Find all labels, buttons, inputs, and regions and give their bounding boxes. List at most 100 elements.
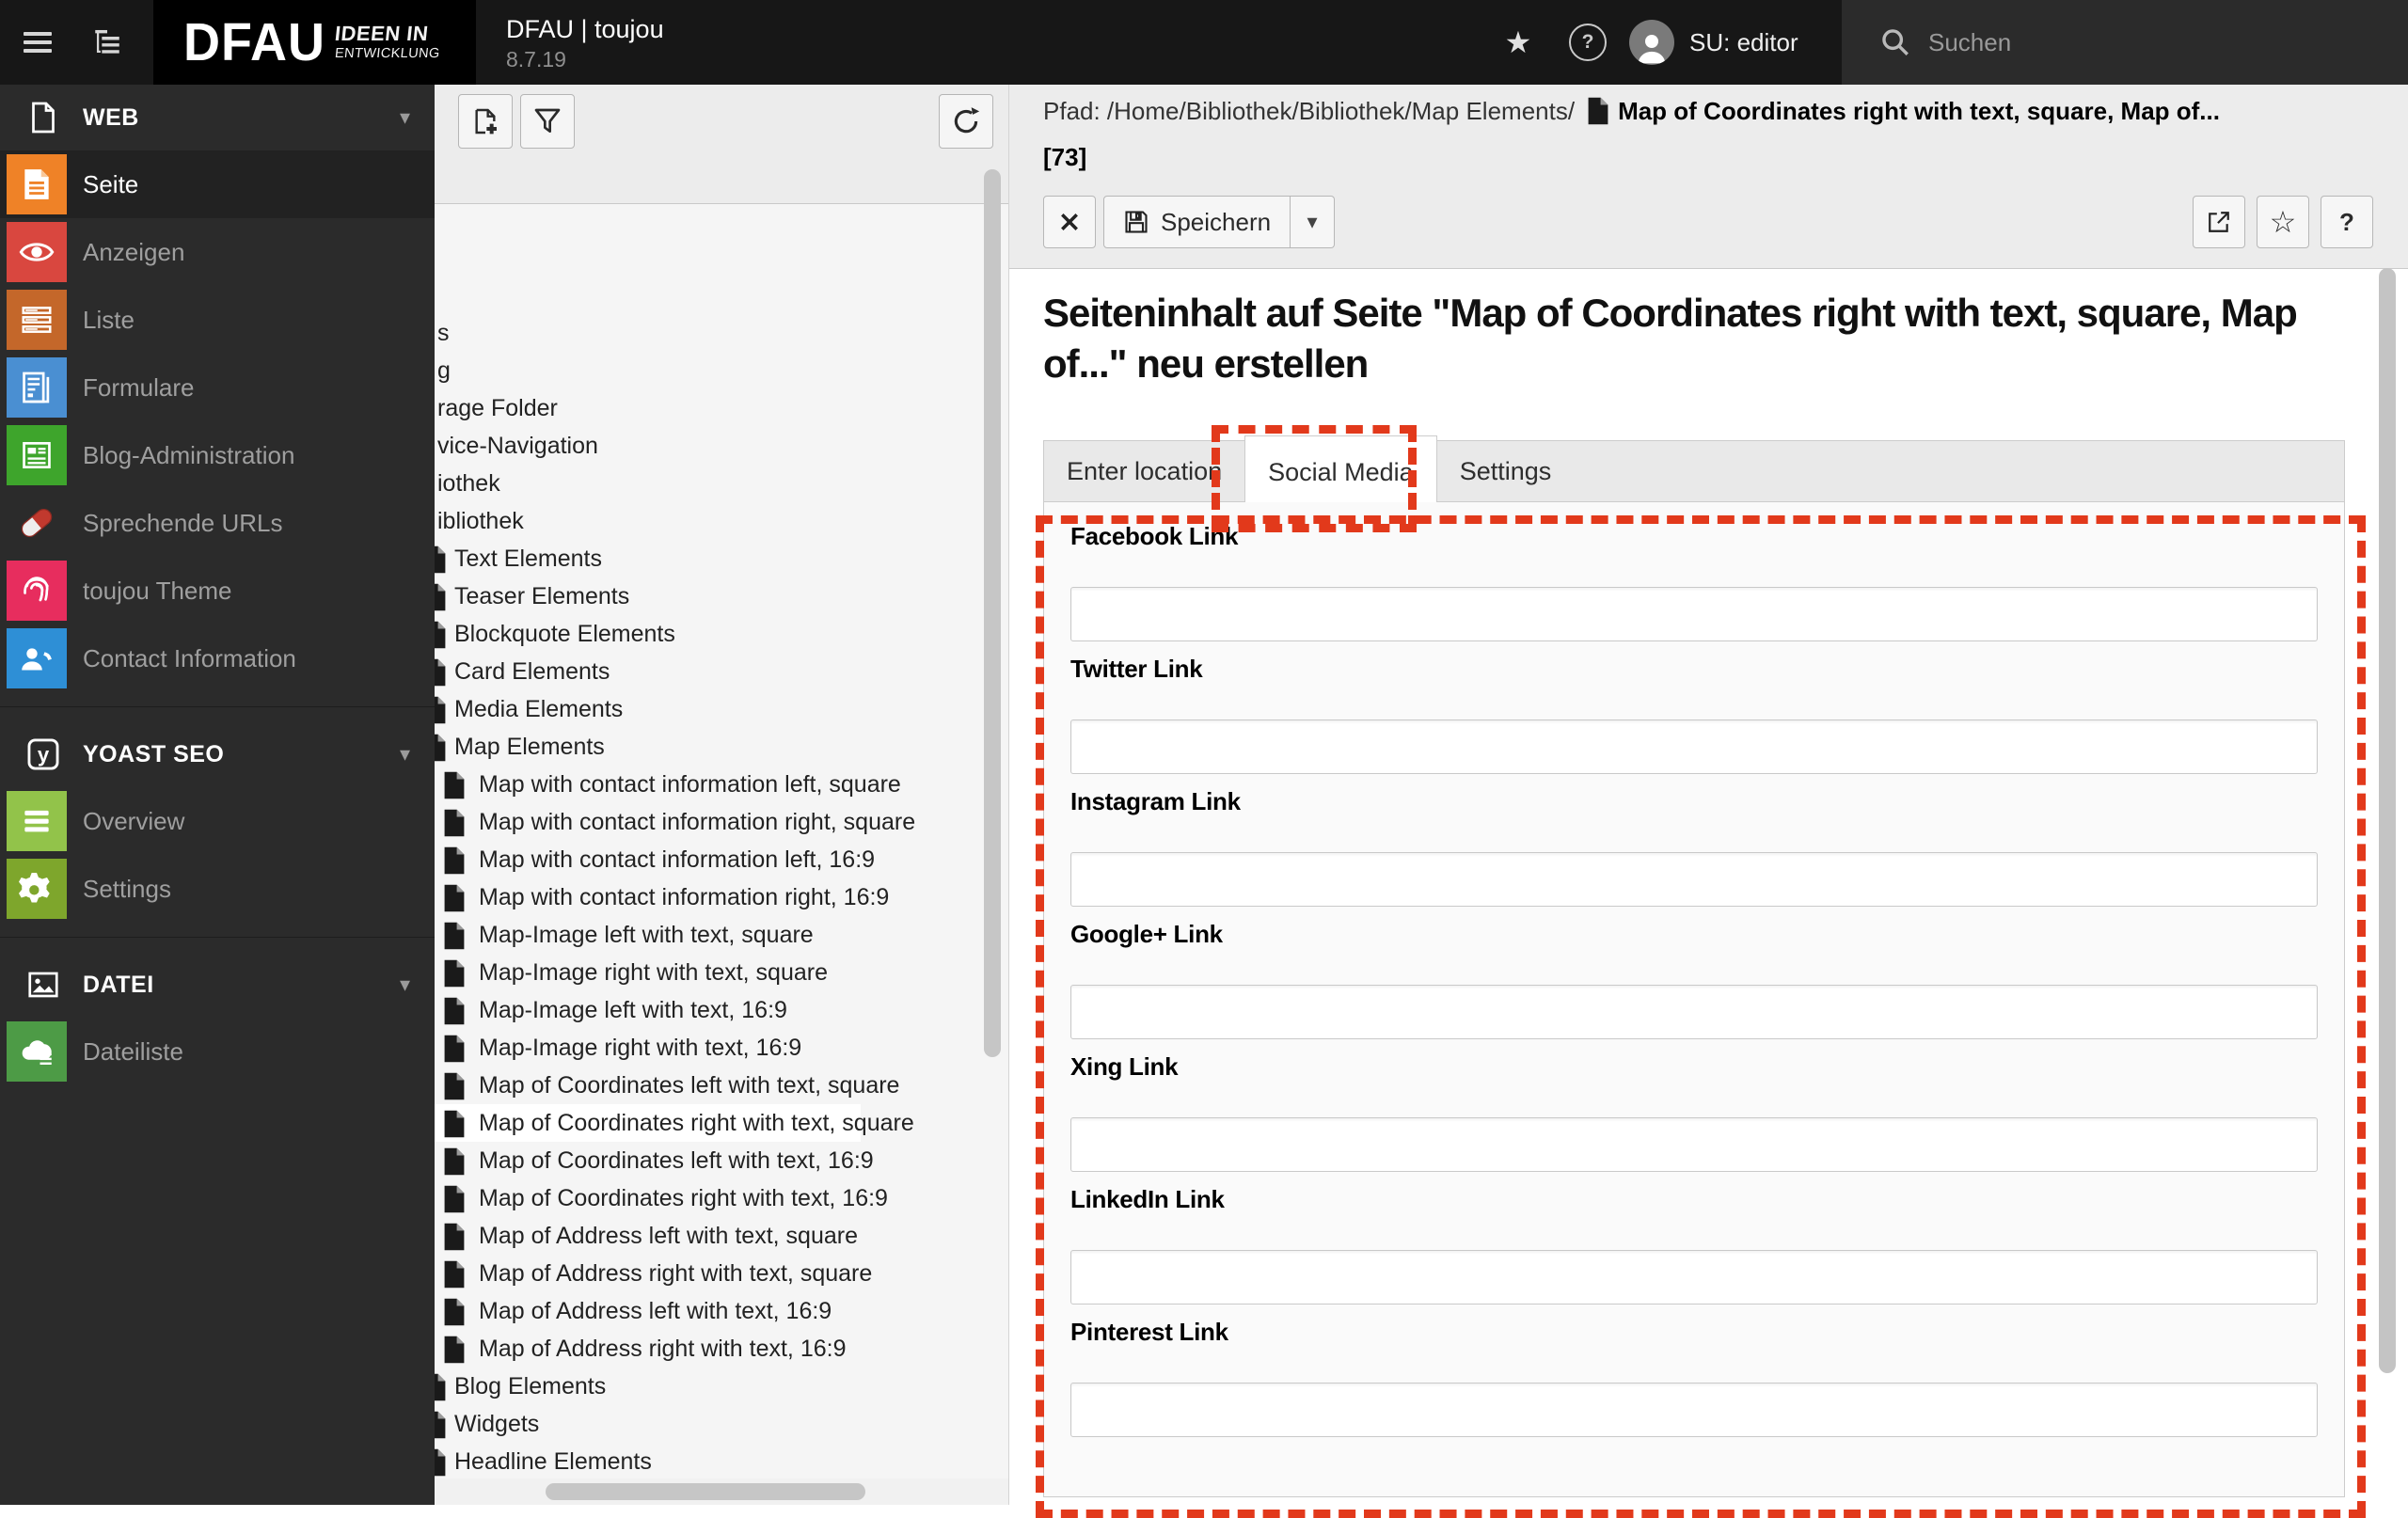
tab-social-media[interactable]: Social Media xyxy=(1244,435,1437,502)
doc-outline-icon xyxy=(24,99,62,136)
sidebar-item-label: Formulare xyxy=(83,372,195,402)
sidebar-item-liste[interactable]: Liste xyxy=(0,286,435,354)
chevron-down-icon: ▾ xyxy=(399,105,410,129)
sidebar-item-seite[interactable]: Seite xyxy=(0,150,435,218)
open-in-new-window-icon[interactable] xyxy=(2193,196,2245,248)
sidebar-item-label: Contact Information xyxy=(83,643,296,672)
user-menu[interactable]: SU: editor xyxy=(1629,0,1798,85)
close-button[interactable] xyxy=(1043,196,1096,248)
sidebar-divider xyxy=(0,706,435,707)
tab-settings[interactable]: Settings xyxy=(1437,441,1575,501)
facebook-link-input[interactable] xyxy=(1070,587,2318,641)
menu-icon[interactable] xyxy=(8,0,68,85)
bookmark-star-icon[interactable]: ★ xyxy=(1492,0,1545,85)
sidebar-item-overview[interactable]: Overview xyxy=(0,787,435,855)
form-field-instagram-link: Instagram Link xyxy=(1070,787,2318,907)
page-icon xyxy=(442,1109,467,1139)
sidebar-section-web[interactable]: WEB ▾ xyxy=(0,85,435,150)
cloud-list-icon xyxy=(7,1021,67,1082)
svg-text:y: y xyxy=(38,743,50,767)
pinterest-link-input[interactable] xyxy=(1070,1383,2318,1437)
sidebar-item-label: Anzeigen xyxy=(83,237,185,266)
page-icon xyxy=(442,1335,467,1365)
sidebar-section-datei[interactable]: DATEI ▾ xyxy=(0,952,435,1018)
sidebar-item-toujou-theme[interactable]: toujou Theme xyxy=(0,557,435,625)
page-icon xyxy=(442,1297,467,1327)
tree-item-label: Map of Address right with text, 16:9 xyxy=(479,1336,847,1362)
tree-item-label: Blockquote Elements xyxy=(454,621,675,647)
pill-icon xyxy=(7,493,67,553)
tree-item-label: Map-Image left with text, 16:9 xyxy=(479,997,787,1023)
yoast-icon: y xyxy=(24,735,62,773)
username-label: SU: editor xyxy=(1689,27,1798,56)
tree-item-label: Card Elements xyxy=(454,658,610,685)
sidebar-item-anzeigen[interactable]: Anzeigen xyxy=(0,218,435,286)
sidebar-item-label: Dateiliste xyxy=(83,1036,183,1066)
sidebar-item-label: Settings xyxy=(83,874,171,903)
page-title: Seiteninhalt auf Seite "Map of Coordinat… xyxy=(1043,291,2298,386)
sidebar-item-formulare[interactable]: Formulare xyxy=(0,354,435,421)
tree-item-label: Teaser Elements xyxy=(454,583,630,609)
docheader-actions: ☆ ? xyxy=(2193,196,2373,248)
tree-item-label: Map of Coordinates left with text, squar… xyxy=(479,1072,900,1099)
field-label: Xing Link xyxy=(1070,1052,1179,1081)
page-icon xyxy=(442,846,467,876)
sidebar-section-yoast-seo[interactable]: y YOAST SEO ▾ xyxy=(0,721,435,787)
xing-link-input[interactable] xyxy=(1070,1117,2318,1172)
site-title: DFAU | toujou xyxy=(506,15,664,43)
logo-text: DFAU xyxy=(183,12,325,72)
tree-item-label: Map of Address left with text, square xyxy=(479,1223,858,1249)
save-options-dropdown[interactable]: ▾ xyxy=(1291,196,1336,248)
page-icon xyxy=(442,996,467,1026)
sidebar-item-blog-administration[interactable]: Blog-Administration xyxy=(0,421,435,489)
sidebar-section-label: YOAST SEO xyxy=(83,740,225,767)
tree-item-label: Map of Address right with text, square xyxy=(479,1260,873,1287)
google-link-input[interactable] xyxy=(1070,985,2318,1039)
sidebar-item-contact-information[interactable]: Contact Information xyxy=(0,625,435,692)
bars-icon xyxy=(7,791,67,851)
twitter-link-input[interactable] xyxy=(1070,719,2318,774)
page-icon xyxy=(442,1222,467,1252)
floppy-icon xyxy=(1125,211,1148,233)
tree-vertical-scrollbar[interactable] xyxy=(984,169,1001,1057)
page-icon xyxy=(442,921,467,951)
sidebar-item-dateiliste[interactable]: Dateiliste xyxy=(0,1018,435,1085)
search-input[interactable]: Suchen xyxy=(1842,0,2408,85)
tree-item-label: Map of Coordinates right with text, 16:9 xyxy=(479,1185,888,1211)
page-lines-icon xyxy=(7,154,67,214)
linkedin-link-input[interactable] xyxy=(1070,1250,2318,1305)
sidebar-item-settings[interactable]: Settings xyxy=(0,855,435,923)
tree-item-label: Map with contact information left, 16:9 xyxy=(479,846,876,873)
help-icon[interactable]: ? xyxy=(1560,0,1616,85)
site-version: 8.7.19 xyxy=(506,47,566,71)
pagetree-toggle-icon[interactable] xyxy=(77,0,137,85)
page-icon xyxy=(442,1146,467,1177)
refresh-icon[interactable] xyxy=(939,94,993,149)
hamburger-icon xyxy=(24,32,52,53)
tree-item-label: Map with contact information right, squa… xyxy=(479,809,916,835)
form-field-linkedin-link: LinkedIn Link xyxy=(1070,1185,2318,1305)
instagram-link-input[interactable] xyxy=(1070,852,2318,907)
docheader-help-button[interactable]: ? xyxy=(2321,196,2373,248)
tree-item-label: Headline Elements xyxy=(454,1448,652,1475)
top-bar: DFAU IDEEN IN ENTWICKLUNG DFAU | toujou … xyxy=(0,0,2408,85)
form-field-google-link: Google+ Link xyxy=(1070,920,2318,1039)
sidebar-item-sprechende-urls[interactable]: Sprechende URLs xyxy=(0,489,435,557)
dfau-logo: DFAU IDEEN IN ENTWICKLUNG xyxy=(153,0,476,85)
chevron-down-icon: ▾ xyxy=(399,742,410,766)
tree-item-label: Blog Elements xyxy=(454,1373,607,1399)
tree-item-label: g xyxy=(437,357,451,384)
tree-item-label: s xyxy=(437,320,450,346)
sidebar-section-label: WEB xyxy=(83,103,139,131)
tree-item-label: vice-Navigation xyxy=(437,433,598,459)
filter-icon[interactable] xyxy=(520,94,575,149)
tab-enter-location[interactable]: Enter location xyxy=(1044,441,1244,501)
save-button[interactable]: Speichern xyxy=(1103,196,1291,248)
tree-horizontal-scrollbar[interactable] xyxy=(546,1483,865,1500)
main-vertical-scrollbar[interactable] xyxy=(2379,268,2396,1373)
bookmark-outline-icon[interactable]: ☆ xyxy=(2257,196,2309,248)
breadcrumb-page-id: [73] xyxy=(1043,143,1087,171)
tree-item-label: Map with contact information right, 16:9 xyxy=(479,884,890,910)
tree-item-label: Map Elements xyxy=(454,734,605,760)
new-page-icon[interactable] xyxy=(458,94,513,149)
